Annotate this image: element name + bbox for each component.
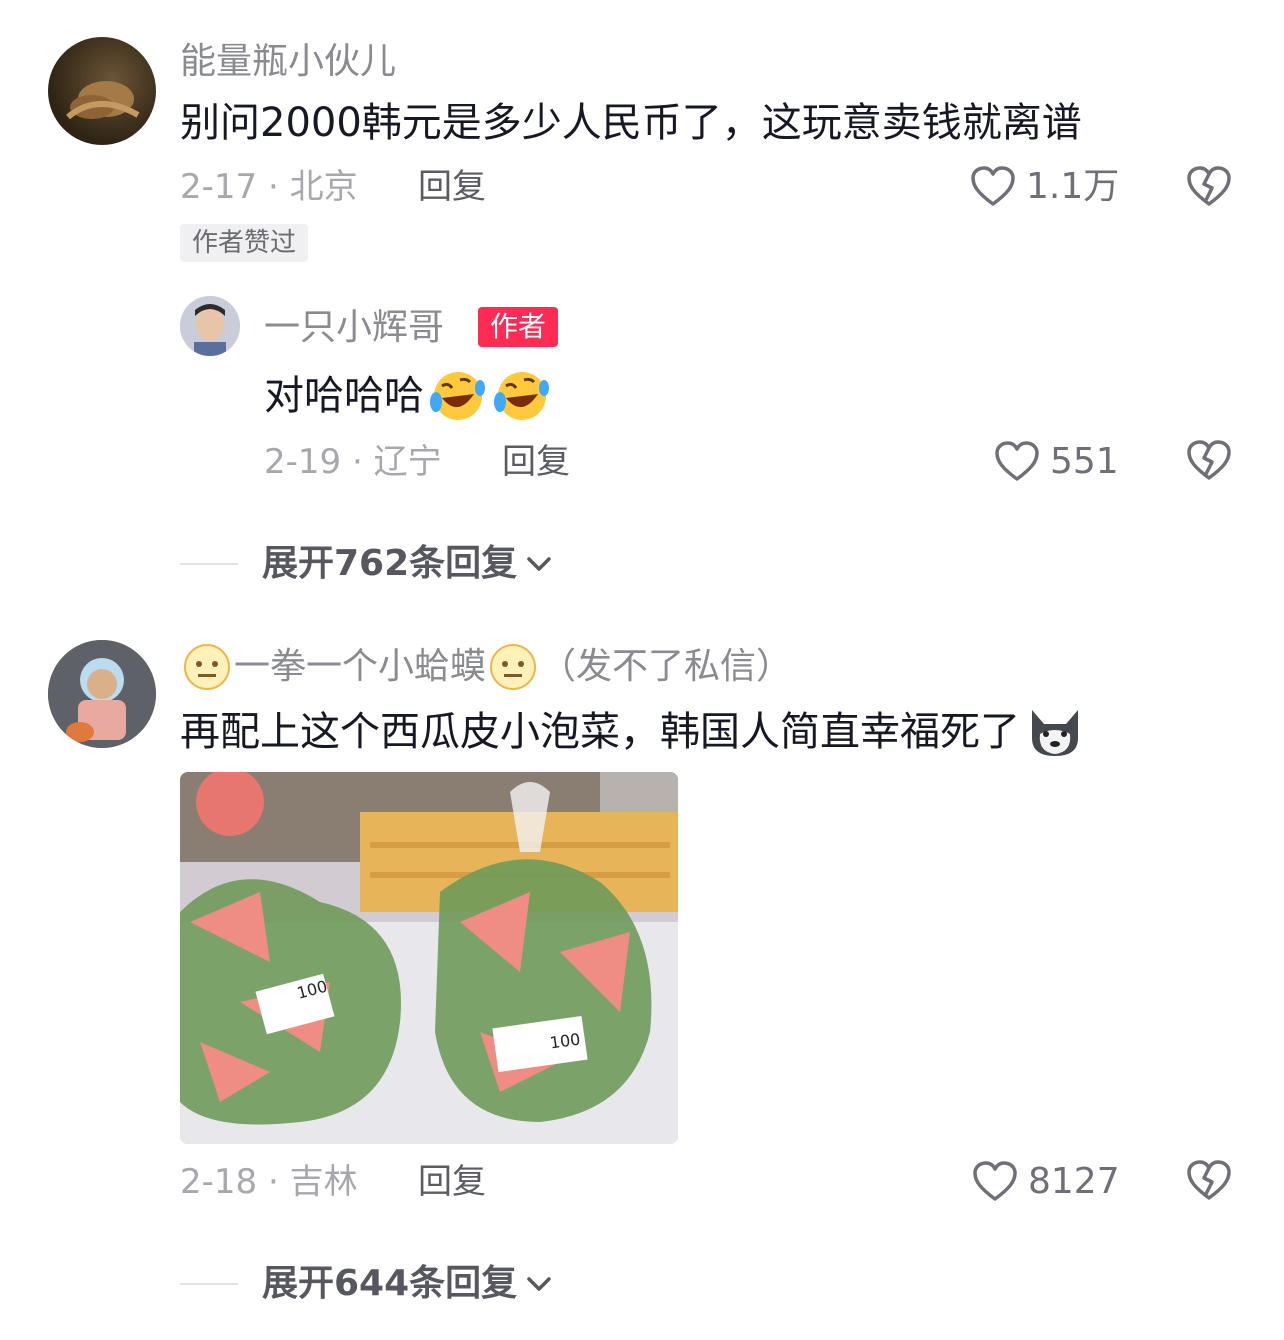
chevron-down-icon	[527, 1277, 551, 1291]
dislike-broken-heart-icon[interactable]	[1186, 440, 1232, 482]
divider-line	[180, 1283, 238, 1285]
dislike-broken-heart-icon[interactable]	[1186, 166, 1232, 208]
avatar-commenter-1[interactable]	[48, 37, 156, 145]
neutral-face-emoji	[184, 644, 230, 690]
avatar-image	[48, 640, 156, 748]
avatar-author[interactable]	[180, 296, 240, 356]
avatar-image	[66, 81, 140, 120]
reply-date-location: 2-19 · 辽宁	[264, 442, 442, 482]
expand-label: 展开644条回复	[262, 1263, 518, 1304]
neutral-face-emoji	[490, 644, 537, 690]
expand-replies-button[interactable]: 展开644条回复	[262, 1262, 553, 1306]
heart-icon	[995, 441, 1039, 481]
husky-emoji	[1032, 710, 1078, 756]
like-count: 551	[1050, 441, 1119, 482]
like-button[interactable]: 8127	[972, 1160, 1120, 1204]
laugh-cry-emoji	[430, 372, 485, 420]
author-liked-badge: 作者赞过	[180, 224, 309, 262]
like-button[interactable]: 1.1万	[970, 165, 1119, 209]
comment-date-location: 2-17 · 北京	[180, 167, 358, 207]
comment-text-row: 再配上这个西瓜皮小泡菜，韩国人简直幸福死了	[180, 704, 1084, 760]
reply-button[interactable]: 回复	[502, 440, 570, 484]
like-button[interactable]: 551	[994, 440, 1119, 484]
avatar-image	[180, 296, 240, 356]
comment-date-location: 2-18 · 吉林	[180, 1162, 358, 1202]
like-count: 1.1万	[1026, 166, 1120, 207]
comment-username[interactable]: 一拳一个小蛤蟆 （发不了私信）	[180, 642, 792, 692]
author-badge: 作者	[478, 307, 559, 347]
comment-image[interactable]: 100 100	[180, 772, 678, 1144]
expand-replies-row[interactable]: 展开762条回复	[180, 542, 553, 586]
expand-label: 展开762条回复	[262, 543, 518, 584]
heart-icon	[971, 166, 1015, 206]
comment-username[interactable]: 能量瓶小伙儿	[180, 40, 396, 84]
expand-replies-button[interactable]: 展开762条回复	[262, 542, 553, 586]
username-text: 一拳一个小蛤蟆	[234, 646, 487, 687]
username-suffix: （发不了私信）	[540, 646, 793, 687]
reply-button[interactable]: 回复	[418, 165, 486, 209]
comment-text: 别问2000韩元是多少人民币了，这玩意卖钱就离谱	[180, 100, 1082, 146]
reply-text-row: 对哈哈哈	[264, 368, 552, 424]
reply-username[interactable]: 一只小辉哥	[264, 306, 444, 350]
expand-replies-row[interactable]: 展开644条回复	[180, 1262, 553, 1306]
avatar-commenter-2[interactable]	[48, 640, 156, 748]
laugh-cry-emoji	[494, 372, 549, 420]
divider-line	[180, 563, 238, 565]
dislike-broken-heart-icon[interactable]	[1186, 1160, 1232, 1202]
reply-text: 对哈哈哈	[264, 373, 424, 419]
chevron-down-icon	[527, 557, 551, 571]
reply-button[interactable]: 回复	[418, 1160, 486, 1204]
like-count: 8127	[1028, 1161, 1120, 1202]
comment-text: 再配上这个西瓜皮小泡菜，韩国人简直幸福死了	[180, 709, 1020, 755]
heart-icon	[973, 1161, 1017, 1201]
watermelon-rind-photo: 100 100	[180, 772, 678, 1144]
